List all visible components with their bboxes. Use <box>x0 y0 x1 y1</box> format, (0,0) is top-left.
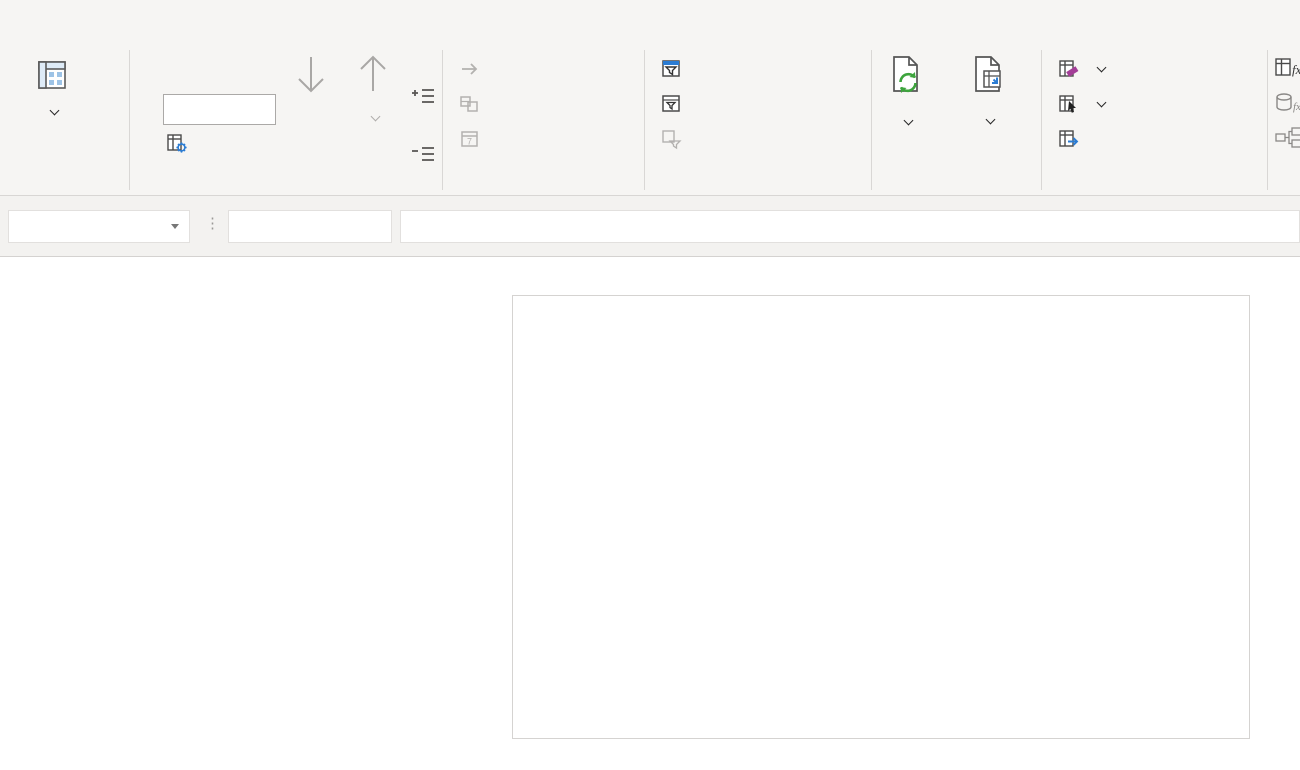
formula-bar-separator: ⋮ <box>205 214 220 232</box>
select-icon <box>1058 93 1080 115</box>
ungroup-button[interactable] <box>459 92 488 116</box>
clear-chevron-icon <box>1097 63 1107 73</box>
ribbon-group-actions <box>1042 45 1267 195</box>
select-chevron-icon <box>1097 98 1107 108</box>
ribbon-group-group: 7 <box>443 45 645 195</box>
filter-connections-button[interactable] <box>661 127 690 151</box>
ribbon-tab-bar <box>0 0 1300 45</box>
pivottable-chevron-icon <box>49 106 59 116</box>
svg-text:7: 7 <box>467 137 472 147</box>
group-field-icon: 7 <box>459 128 481 150</box>
collapse-field-icon[interactable] <box>412 143 436 165</box>
svg-text:fx: fx <box>1293 101 1300 113</box>
field-settings-icon <box>166 132 188 154</box>
fields-items-sets-icon[interactable]: fx <box>1275 57 1300 79</box>
insert-timeline-button[interactable] <box>661 92 690 116</box>
field-settings-button[interactable] <box>166 131 195 155</box>
expand-field-icon[interactable] <box>412 85 436 107</box>
name-box-dropdown-icon[interactable] <box>171 224 179 229</box>
select-button[interactable] <box>1058 92 1105 116</box>
ribbon-group-calculations-partial: fx fx <box>1267 45 1300 195</box>
relationships-icon[interactable] <box>1275 127 1300 149</box>
olap-tools-icon[interactable]: fx <box>1275 92 1300 114</box>
pivottable-button[interactable] <box>19 58 85 119</box>
pivot-chart[interactable] <box>512 295 1250 739</box>
ungroup-icon <box>459 93 481 115</box>
clear-button[interactable] <box>1058 57 1105 81</box>
ribbon-group-active-field <box>130 45 443 195</box>
move-pivottable-icon <box>1058 128 1080 150</box>
insert-slicer-button[interactable] <box>661 57 690 81</box>
drill-down-icon <box>290 53 332 99</box>
refresh-chevron-icon <box>903 116 913 126</box>
ribbon-group-filter <box>645 45 872 195</box>
clear-icon <box>1058 58 1080 80</box>
ribbon-group-pivottable <box>0 45 130 195</box>
drill-up-chevron-icon <box>370 112 380 122</box>
refresh-button[interactable] <box>876 55 936 129</box>
insert-timeline-icon <box>661 93 683 115</box>
change-data-source-chevron-icon <box>985 115 995 125</box>
change-data-source-icon <box>969 55 1007 97</box>
group-field-button[interactable]: 7 <box>459 127 488 151</box>
active-field-input[interactable] <box>163 94 276 125</box>
drill-up-icon <box>352 53 394 99</box>
insert-slicer-icon <box>661 58 683 80</box>
formula-bar: ⋮ <box>0 196 1300 257</box>
formula-bar-buttons <box>228 210 392 243</box>
pivottable-icon <box>35 58 69 92</box>
name-box[interactable] <box>8 210 190 243</box>
group-selection-button[interactable] <box>459 57 488 81</box>
svg-text:fx: fx <box>1292 62 1300 77</box>
change-data-source-button[interactable] <box>936 55 1040 128</box>
ribbon-group-data <box>872 45 1042 195</box>
refresh-icon <box>887 55 925 97</box>
formula-input[interactable] <box>400 210 1300 243</box>
pivottable-analyze-ribbon: 7 <box>0 45 1300 196</box>
group-selection-icon <box>459 58 481 80</box>
move-pivottable-button[interactable] <box>1058 127 1087 151</box>
filter-connections-icon <box>661 128 683 150</box>
